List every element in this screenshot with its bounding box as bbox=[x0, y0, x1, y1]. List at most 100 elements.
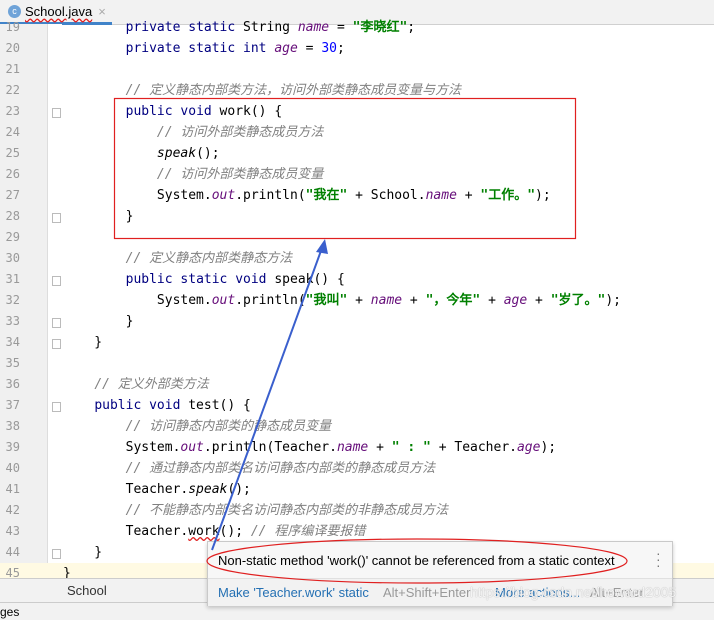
code-token: ); bbox=[535, 188, 551, 203]
fold-marker-icon[interactable] bbox=[52, 402, 61, 412]
code-token: + bbox=[347, 293, 371, 308]
code-token: name bbox=[425, 188, 457, 203]
code-line: 29 bbox=[0, 227, 714, 248]
code-text: public void work() { bbox=[63, 101, 283, 122]
line-number: 35 bbox=[5, 356, 20, 370]
code-token: + bbox=[368, 440, 392, 455]
fold-marker-icon[interactable] bbox=[52, 339, 61, 349]
code-token: "我叫" bbox=[305, 293, 348, 308]
line-number: 37 bbox=[5, 398, 20, 412]
code-token: ; bbox=[407, 20, 416, 35]
code-token: age bbox=[503, 293, 528, 308]
code-line: 26 // 访问外部类静态成员变量 bbox=[0, 164, 714, 185]
code-token: name bbox=[336, 440, 369, 455]
code-line: 32 System.out.println("我叫" + name + "，今年… bbox=[0, 290, 714, 311]
code-text: System.out.println("我在" + School.name + … bbox=[63, 185, 551, 206]
line-number: 21 bbox=[5, 62, 20, 76]
line-number: 38 bbox=[5, 419, 20, 433]
code-token: out bbox=[180, 440, 204, 455]
code-text: System.out.println(Teacher.name + " : " … bbox=[63, 437, 557, 458]
code-token: name bbox=[297, 20, 330, 35]
code-token: "李晓红" bbox=[352, 20, 408, 35]
code-line: 39 System.out.println(Teacher.name + " :… bbox=[0, 437, 714, 458]
code-line: 25 speak(); bbox=[0, 143, 714, 164]
more-vertical-icon[interactable]: · · · bbox=[656, 546, 661, 572]
code-token: speak() { bbox=[274, 272, 345, 287]
code-token: = bbox=[329, 20, 353, 35]
code-line: 22 // 定义静态内部类方法，访问外部类静态成员变量与方法 bbox=[0, 80, 714, 101]
code-line: 31 public static void speak() { bbox=[0, 269, 714, 290]
fold-marker-icon[interactable] bbox=[52, 276, 61, 286]
line-number: 33 bbox=[5, 314, 20, 328]
code-token: "我在" bbox=[305, 188, 348, 203]
fold-marker-icon[interactable] bbox=[52, 213, 61, 223]
code-token: out bbox=[211, 188, 236, 203]
code-token: private static int bbox=[125, 41, 275, 56]
make-static-shortcut: Alt+Shift+Enter bbox=[383, 585, 471, 600]
code-token: private static bbox=[125, 20, 244, 35]
make-static-action[interactable]: Make 'Teacher.work' static bbox=[218, 585, 369, 600]
code-token: + bbox=[527, 293, 551, 308]
code-line: 41 Teacher.speak(); bbox=[0, 479, 714, 500]
code-line: 36 // 定义外部类方法 bbox=[0, 374, 714, 395]
fold-marker-icon[interactable] bbox=[52, 549, 61, 559]
code-token: ; bbox=[336, 41, 345, 56]
code-text: // 定义静态内部类方法，访问外部类静态成员变量与方法 bbox=[63, 80, 461, 101]
code-text: // 访问静态内部类的静态成员变量 bbox=[63, 416, 331, 437]
code-token: Teacher. bbox=[63, 482, 189, 497]
code-token: "岁了。" bbox=[550, 293, 606, 308]
line-number: 31 bbox=[5, 272, 20, 286]
code-token: // 访问外部类静态成员变量 bbox=[156, 167, 324, 182]
code-token: .println(Teacher. bbox=[203, 440, 337, 455]
code-text: public void test() { bbox=[63, 395, 251, 416]
code-token: .println( bbox=[235, 188, 306, 203]
code-text: private static int age = 30; bbox=[63, 38, 345, 59]
code-text: } bbox=[63, 542, 102, 563]
code-token: // 通过静态内部类名访问静态内部类的静态成员方法 bbox=[125, 461, 436, 476]
code-token: speak bbox=[156, 146, 197, 161]
line-number: 27 bbox=[5, 188, 20, 202]
line-number: 29 bbox=[5, 230, 20, 244]
code-text: // 通过静态内部类名访问静态内部类的静态成员方法 bbox=[63, 458, 435, 479]
code-text: // 定义静态内部类静态方法 bbox=[63, 248, 292, 269]
code-token: speak bbox=[188, 482, 228, 497]
breadcrumb-item[interactable]: School bbox=[67, 583, 107, 598]
code-line: 30 // 定义静态内部类静态方法 bbox=[0, 248, 714, 269]
code-line: 35 bbox=[0, 353, 714, 374]
line-number: 39 bbox=[5, 440, 20, 454]
error-message: Non-static method 'work()' cannot be ref… bbox=[218, 553, 615, 568]
code-token: "工作。" bbox=[480, 188, 536, 203]
code-line: 27 System.out.println("我在" + School.name… bbox=[0, 185, 714, 206]
code-text: // 访问外部类静态成员方法 bbox=[63, 122, 323, 143]
code-token: System. bbox=[63, 440, 181, 455]
code-token: // 访问外部类静态成员方法 bbox=[156, 125, 324, 140]
fold-marker-icon[interactable] bbox=[52, 108, 61, 118]
code-token: } bbox=[63, 209, 134, 224]
line-number: 20 bbox=[5, 41, 20, 55]
code-token: age bbox=[274, 41, 298, 56]
code-text: speak(); bbox=[63, 143, 220, 164]
fold-marker-icon[interactable] bbox=[52, 318, 61, 328]
code-line: 43 Teacher.work(); // 程序编译要报错 bbox=[0, 521, 714, 542]
code-text: Teacher.speak(); bbox=[63, 479, 251, 500]
code-line: 40 // 通过静态内部类名访问静态内部类的静态成员方法 bbox=[0, 458, 714, 479]
code-token: ); bbox=[540, 440, 557, 455]
code-token: // 程序编译要报错 bbox=[250, 524, 366, 539]
code-token: public void bbox=[94, 398, 189, 413]
code-token: age bbox=[516, 440, 541, 455]
code-line: 24 // 访问外部类静态成员方法 bbox=[0, 122, 714, 143]
code-token: } bbox=[63, 545, 103, 560]
code-token: // 定义静态内部类静态方法 bbox=[125, 251, 293, 266]
line-number: 22 bbox=[5, 83, 20, 97]
code-token: .println( bbox=[235, 293, 306, 308]
code-text: } bbox=[63, 311, 134, 332]
code-token: public static void bbox=[125, 272, 275, 287]
code-token: // 定义静态内部类方法，访问外部类静态成员变量与方法 bbox=[125, 83, 462, 98]
